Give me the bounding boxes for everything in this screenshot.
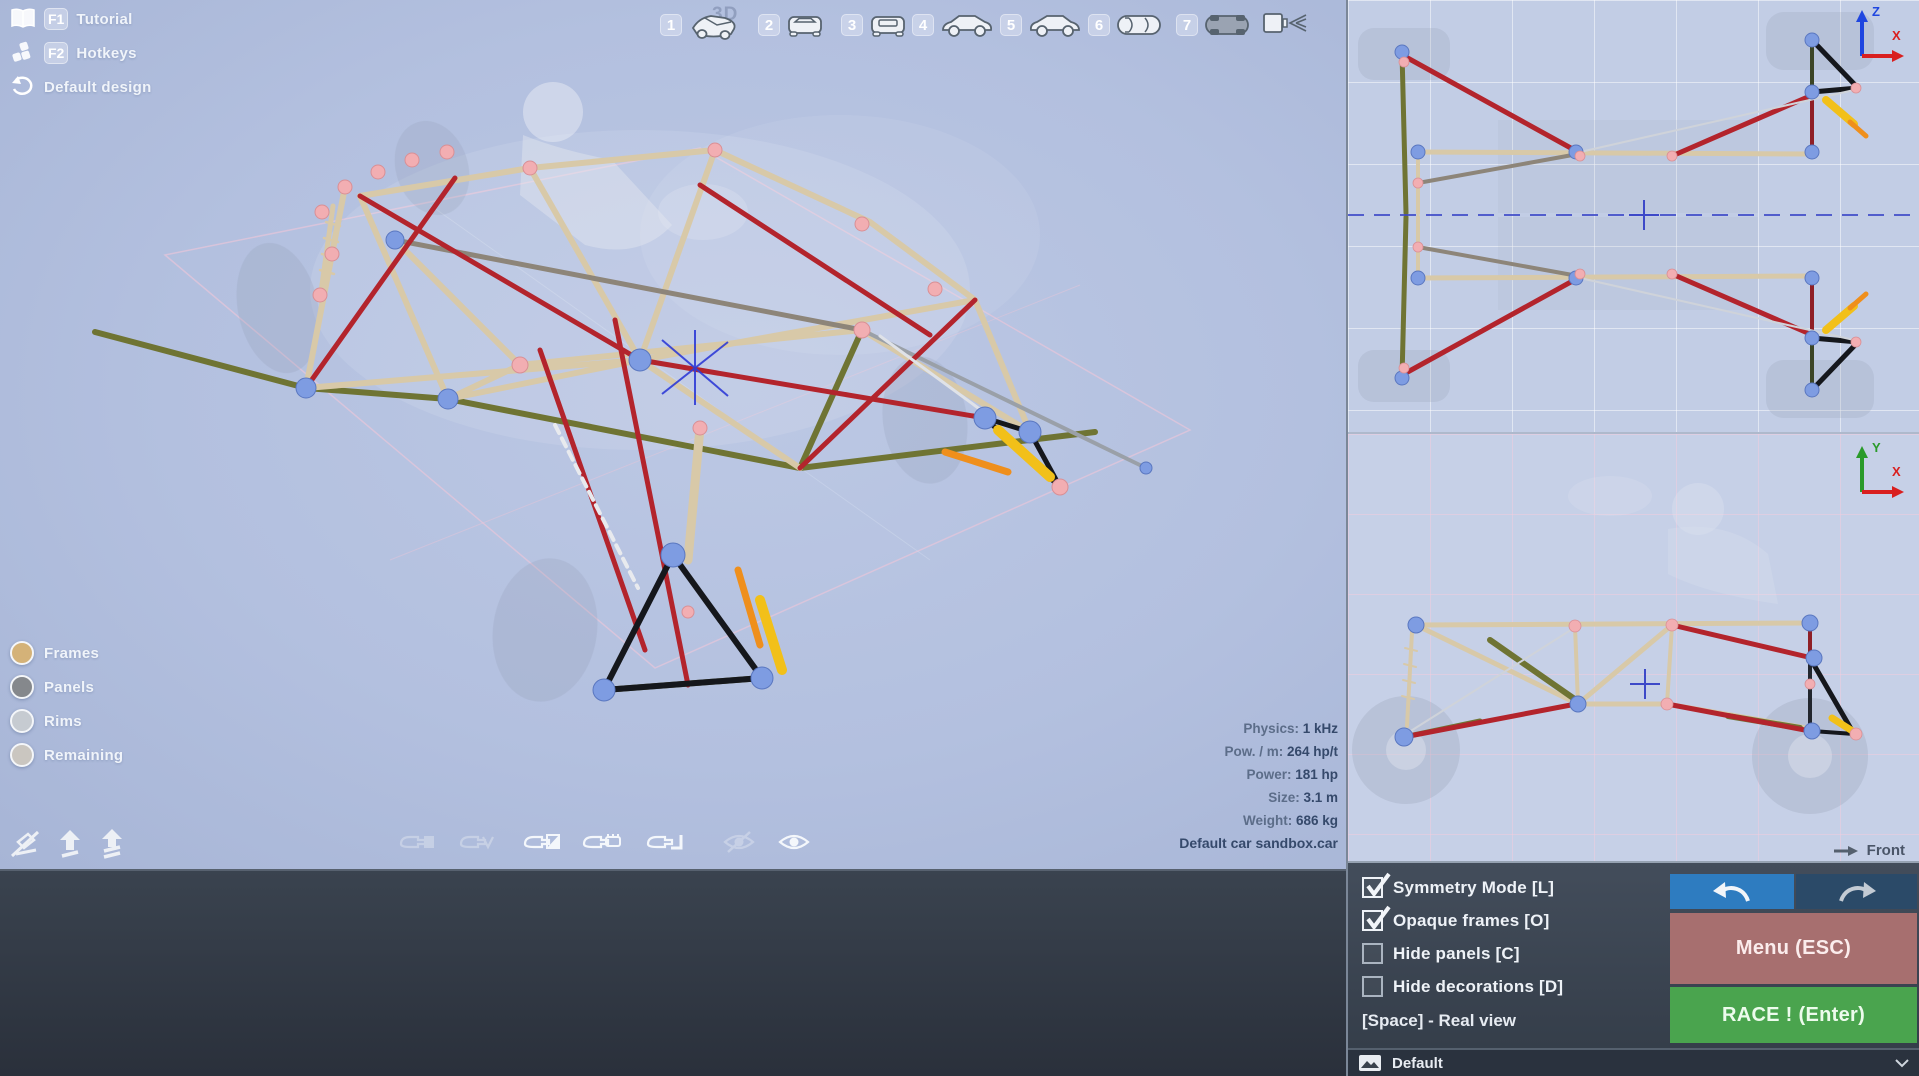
right-column: Z X Y X Front Symmetry Mode [L] Opaque f…	[1346, 0, 1919, 1076]
remaining-color-dot[interactable]	[10, 743, 34, 767]
stat-physics: Physics: 1 kHz	[1243, 721, 1338, 736]
top-view-axis-gizmo: Z X	[1850, 4, 1910, 69]
select-half-tool[interactable]	[522, 828, 560, 861]
paint-disabled-button[interactable]	[8, 826, 44, 867]
car-bottom-view-icon	[1205, 15, 1249, 35]
car-3d-view-icon	[691, 15, 736, 40]
checkbox-opaque-frames[interactable]: Opaque frames [O]	[1362, 905, 1549, 931]
hide-decorations-checkbox-box[interactable]	[1362, 976, 1383, 997]
hotkeys-button[interactable]: F2 Hotkeys	[10, 41, 137, 65]
environment-preset-dropdown[interactable]: Default	[1348, 1048, 1919, 1076]
hand-volume-icon	[459, 835, 494, 850]
top-orthographic-view[interactable]: Z X	[1348, 0, 1919, 432]
stat-power: Power: 181 hp	[1246, 767, 1338, 782]
select-beam-tool[interactable]	[645, 828, 683, 861]
paint-slash-icon	[10, 830, 40, 858]
hide-selection-tool[interactable]	[722, 828, 756, 861]
front-arrow-icon	[1833, 845, 1858, 856]
layer-toggle-frames[interactable]: Frames	[10, 641, 99, 665]
checkbox-hide-decorations[interactable]: Hide decorations [D]	[1362, 976, 1563, 997]
book-icon	[11, 8, 35, 28]
parts-palette: .obj ?	[0, 869, 1346, 1076]
hotkeys-label: Hotkeys	[76, 44, 137, 62]
export-button[interactable]	[52, 826, 88, 867]
select-volume-tool[interactable]	[458, 828, 496, 861]
default-design-button[interactable]: Default design	[10, 75, 152, 99]
view-slot-4[interactable]: 4	[912, 10, 995, 40]
export-all-button[interactable]	[94, 826, 130, 867]
real-view-hint: [Space] - Real view	[1362, 1011, 1517, 1030]
show-all-tool[interactable]	[777, 828, 811, 861]
view-slot-3[interactable]: 3	[836, 10, 908, 40]
top-view-scene	[1348, 12, 1919, 432]
rims-color-dot[interactable]	[10, 709, 34, 733]
car-filename: Default car sandbox.car	[1179, 835, 1338, 851]
hand-square-icon	[399, 835, 434, 849]
split-view-button[interactable]	[1262, 10, 1310, 43]
undo-arrow-icon	[1713, 881, 1750, 902]
menu-button[interactable]: Menu (ESC)	[1670, 913, 1917, 984]
race-button[interactable]: RACE ! (Enter)	[1670, 987, 1917, 1043]
chevron-down-icon	[1895, 1058, 1909, 1067]
side-view-crosshair	[1630, 669, 1660, 699]
car-side-right-view-icon	[1029, 15, 1080, 37]
checkbox-hide-panels[interactable]: Hide panels [C]	[1362, 943, 1520, 964]
checkbox-symmetry-mode[interactable]: Symmetry Mode [L]	[1362, 872, 1554, 898]
view-slot-1[interactable]: 1	[660, 10, 741, 40]
hand-beam-icon	[646, 835, 683, 850]
app-window: F1 Tutorial F2 Hotkeys Default design 3D	[0, 0, 1919, 1076]
side-orthographic-view[interactable]: Y X	[1348, 432, 1919, 861]
select-panel-tool[interactable]	[398, 828, 436, 861]
redo-button[interactable]	[1796, 874, 1917, 909]
car-rear-view-icon	[871, 16, 905, 37]
select-part-tool[interactable]	[581, 828, 623, 861]
car-front-view-icon	[788, 16, 822, 37]
car-top-view-icon	[1117, 15, 1161, 35]
front-direction-label: Front	[1833, 842, 1905, 859]
image-icon	[1359, 1055, 1381, 1071]
frames-color-dot[interactable]	[10, 641, 34, 665]
hide-panels-checkbox-box[interactable]	[1362, 943, 1383, 964]
f1-key-badge: F1	[44, 8, 69, 30]
tutorial-button[interactable]: F1 Tutorial	[10, 7, 133, 31]
side-view-axis-gizmo: Y X	[1850, 440, 1910, 505]
hand-half-square-icon	[523, 834, 560, 849]
eye-slash-icon	[723, 831, 755, 853]
car-stats: Physics: 1 kHz Pow. / m: 264 hp/t Power:…	[1038, 717, 1338, 855]
eye-icon	[778, 834, 810, 850]
tutorial-label: Tutorial	[76, 10, 133, 28]
undo-button[interactable]	[1670, 874, 1794, 909]
keyboard-keys-icon	[12, 41, 31, 62]
arrow-up-icon	[60, 830, 80, 858]
view-slot-7[interactable]: 7	[1176, 10, 1251, 40]
layer-toggle-panels[interactable]: Panels	[10, 675, 94, 699]
layer-toggle-remaining[interactable]: Remaining	[10, 743, 123, 767]
arrow-up-double-icon	[102, 829, 122, 859]
restore-icon	[12, 76, 33, 95]
panels-color-dot[interactable]	[10, 675, 34, 699]
stat-size: Size: 3.1 m	[1268, 790, 1338, 805]
build-controls-panel: Symmetry Mode [L] Opaque frames [O] Hide…	[1348, 861, 1919, 1048]
f2-key-badge: F2	[44, 42, 69, 64]
main-viewport[interactable]: F1 Tutorial F2 Hotkeys Default design 3D	[0, 0, 1346, 869]
symmetry-checkbox-box[interactable]	[1362, 872, 1391, 898]
view-slot-2[interactable]: 2	[758, 10, 825, 40]
stat-power-per-mass: Pow. / m: 264 hp/t	[1224, 744, 1338, 759]
car-side-left-view-icon	[942, 15, 993, 37]
default-design-label: Default design	[44, 78, 152, 96]
hand-part-icon	[582, 834, 621, 849]
stat-weight: Weight: 686 kg	[1242, 813, 1338, 828]
preset-label: Default	[1392, 1054, 1443, 1072]
view-slot-5[interactable]: 5	[1000, 10, 1083, 40]
layer-toggle-rims[interactable]: Rims	[10, 709, 82, 733]
split-view-icon	[1263, 13, 1307, 33]
view-slot-6[interactable]: 6	[1088, 10, 1163, 40]
redo-arrow-icon	[1838, 881, 1876, 902]
side-view-scene	[1352, 476, 1868, 814]
side-ghost-driver	[1568, 476, 1778, 604]
opaque-frames-checkbox-box[interactable]	[1362, 905, 1391, 931]
